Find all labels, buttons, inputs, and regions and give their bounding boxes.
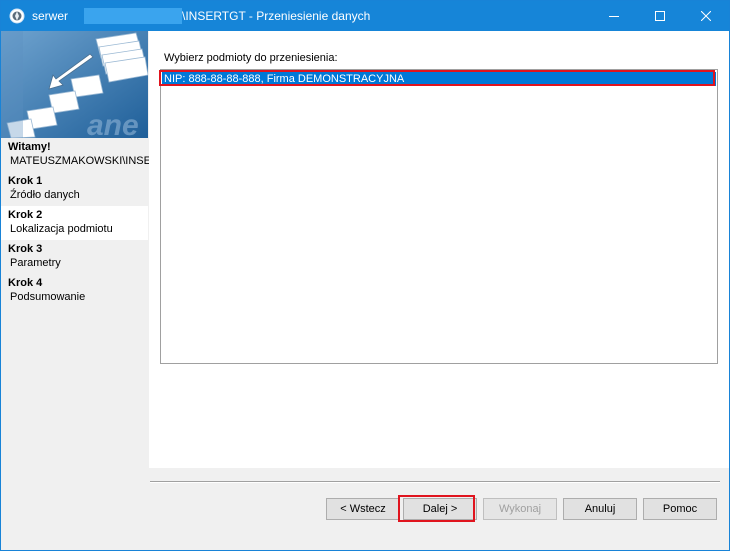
step-title: Krok 3 bbox=[8, 243, 43, 255]
step-subtitle: Źródło danych bbox=[10, 189, 80, 201]
wizard-window: serwer \INSERTGT - Przeniesienie danych bbox=[0, 0, 730, 551]
step-subtitle: Parametry bbox=[10, 257, 61, 269]
step-title: Krok 1 bbox=[8, 175, 43, 187]
title-bar[interactable]: serwer \INSERTGT - Przeniesienie danych bbox=[1, 1, 729, 31]
maximize-icon bbox=[655, 11, 665, 21]
back-button[interactable]: < Wstecz bbox=[326, 498, 400, 520]
entity-listbox[interactable]: NIP: 888-88-88-888, Firma DEMONSTRACYJNA bbox=[160, 69, 718, 364]
step-subtitle: Podsumowanie bbox=[10, 291, 86, 303]
welcome-user: MATEUSZMAKOWSKI\INSE bbox=[10, 155, 151, 167]
sidebar-step-4: Krok 4 Podsumowanie bbox=[1, 274, 148, 308]
step-title: Krok 2 bbox=[8, 209, 43, 221]
sidebar-step-1: Krok 1 Źródło danych bbox=[1, 172, 148, 206]
list-item-text: NIP: 888-88-88-888, Firma DEMONSTRACYJNA bbox=[164, 73, 405, 85]
sidebar-step-3: Krok 3 Parametry bbox=[1, 240, 148, 274]
close-icon bbox=[701, 11, 711, 21]
wizard-banner-image: ane bbox=[1, 31, 148, 138]
sidebar-welcome: Witamy! MATEUSZMAKOWSKI\INSE bbox=[1, 138, 151, 172]
welcome-title: Witamy! bbox=[8, 141, 51, 153]
next-button-highlight-frame bbox=[398, 495, 475, 522]
window-title-prefix: serwer bbox=[32, 9, 69, 23]
wizard-content: Wybierz podmioty do przeniesienia: NIP: … bbox=[149, 31, 729, 468]
list-item[interactable]: NIP: 888-88-88-888, Firma DEMONSTRACYJNA bbox=[162, 72, 716, 86]
minimize-icon bbox=[609, 16, 619, 17]
run-button[interactable]: Wykonaj bbox=[483, 498, 557, 520]
step-subtitle: Lokalizacja podmiotu bbox=[10, 223, 113, 235]
window-title-suffix: \INSERTGT - Przeniesienie danych bbox=[182, 9, 371, 23]
redacted-server-name bbox=[84, 8, 182, 24]
minimize-button[interactable] bbox=[591, 1, 637, 31]
maximize-button[interactable] bbox=[637, 1, 683, 31]
cancel-button[interactable]: Anuluj bbox=[563, 498, 637, 520]
step-title: Krok 4 bbox=[8, 277, 43, 289]
entity-list-label: Wybierz podmioty do przeniesienia: bbox=[164, 52, 338, 64]
svg-text:ane: ane bbox=[87, 109, 139, 138]
app-globe-icon bbox=[9, 8, 25, 24]
help-button[interactable]: Pomoc bbox=[643, 498, 717, 520]
wizard-sidebar: ane Witamy! MATEUSZMAKOWSKI\INSE Krok 1 … bbox=[1, 31, 151, 550]
sidebar-step-2: Krok 2 Lokalizacja podmiotu bbox=[1, 206, 148, 240]
footer-separator bbox=[150, 481, 720, 483]
close-button[interactable] bbox=[683, 1, 729, 31]
